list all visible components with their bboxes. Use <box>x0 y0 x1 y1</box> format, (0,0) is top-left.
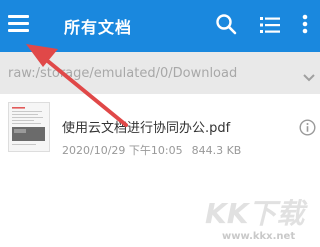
menu-icon[interactable] <box>8 13 30 35</box>
list-view-icon[interactable] <box>259 14 281 36</box>
file-meta: 2020/10/29 下午10:05 844.3 KB <box>62 142 241 158</box>
watermark-url: www.kkx.net <box>222 231 296 242</box>
list-item[interactable]: 使用云文档进行协同办公.pdf 2020/10/29 下午10:05 844.3 … <box>0 94 320 164</box>
chevron-down-icon[interactable] <box>302 68 316 82</box>
more-vert-icon[interactable] <box>295 12 315 36</box>
file-date: 2020/10/29 下午10:05 <box>62 144 183 157</box>
pdf-thumbnail <box>8 102 50 152</box>
file-size: 844.3 KB <box>191 144 242 157</box>
screen: 所有文档 raw:/storage/emulated/0/Download 使用… <box>0 0 320 247</box>
path-text: raw:/storage/emulated/0/Download <box>8 66 238 81</box>
svg-text:KK下载: KK下载 <box>205 197 308 229</box>
search-icon[interactable] <box>214 12 238 36</box>
file-name: 使用云文档进行协同办公.pdf <box>62 121 231 136</box>
path-bar[interactable]: raw:/storage/emulated/0/Download <box>0 52 320 94</box>
info-icon[interactable] <box>299 119 316 136</box>
watermark-logo: KK下载 <box>205 197 308 229</box>
app-bar: 所有文档 <box>0 0 320 52</box>
page-title: 所有文档 <box>64 18 133 37</box>
